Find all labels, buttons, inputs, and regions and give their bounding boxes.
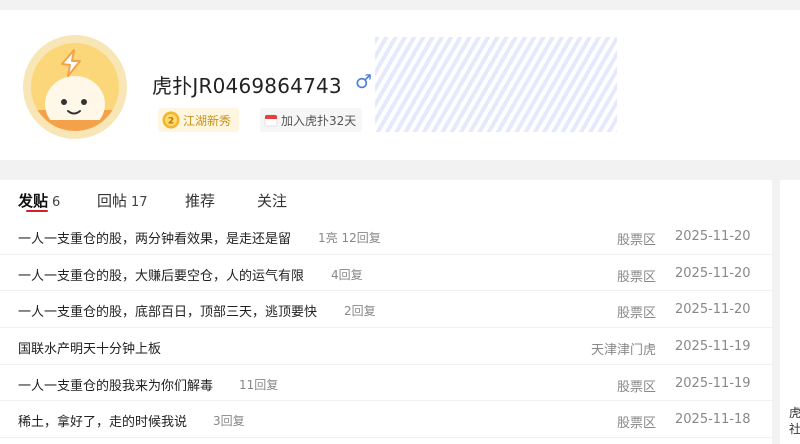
post-stats: 1亮 12回复 xyxy=(318,231,381,245)
profile-decoration-pattern xyxy=(375,37,617,132)
join-badge: 加入虎扑32天 xyxy=(260,108,363,132)
post-row: 一人一支重仓的股我来为你们解毒 11回复 股票区 2025-11-19 xyxy=(0,365,772,402)
post-date: 2025-11-19 xyxy=(675,375,751,391)
tab-replies-label: 回帖 xyxy=(97,192,128,210)
tab-following-label: 关注 xyxy=(257,192,288,210)
username: 虎扑JR0469864743 xyxy=(152,74,342,98)
post-row: 一人一支重仓的股，两分钟看效果，是走还是留 1亮 12回复 股票区 2025-1… xyxy=(0,218,772,255)
post-title[interactable]: 一人一支重仓的股，两分钟看效果，是走还是留 xyxy=(18,228,291,247)
post-board[interactable]: 股票区 xyxy=(617,302,656,321)
tab-posts[interactable]: 发贴 6 xyxy=(18,190,60,211)
post-title[interactable]: 国联水产明天十分钟上板 xyxy=(18,338,161,357)
post-date: 2025-11-18 xyxy=(675,412,751,428)
tab-posts-label: 发贴 xyxy=(18,192,49,210)
calendar-icon xyxy=(264,114,278,127)
gender-male-icon: ♂ xyxy=(355,71,373,93)
post-stats: 3回复 xyxy=(213,414,245,429)
post-date: 2025-11-20 xyxy=(675,302,751,318)
profile-header: 虎扑JR0469864743 ♂ 2 江湖新秀 加入虎扑32天 xyxy=(0,10,800,160)
post-board[interactable]: 天津津门虎 xyxy=(591,339,656,358)
post-stats: 2回复 xyxy=(344,304,376,319)
tab-replies[interactable]: 回帖 17 xyxy=(97,190,148,211)
tab-recommend-label: 推荐 xyxy=(185,192,216,210)
right-sidebar: 虎 社 xyxy=(780,180,800,444)
post-board[interactable]: 股票区 xyxy=(617,229,656,248)
tab-following[interactable]: 关注 xyxy=(257,190,287,211)
rank-badge[interactable]: 2 江湖新秀 xyxy=(158,108,240,132)
medal-icon: 2 xyxy=(162,111,180,129)
tab-replies-count: 17 xyxy=(131,195,148,210)
avatar[interactable] xyxy=(22,34,128,140)
post-date: 2025-11-20 xyxy=(675,265,751,281)
posts-panel: 发贴 6 回帖 17 推荐 关注 一人一支重仓的股，两分钟看效果，是走还是留 1亮 … xyxy=(0,180,772,444)
post-date: 2025-11-19 xyxy=(675,339,751,355)
post-title[interactable]: 一人一支重仓的股我来为你们解毒 xyxy=(18,375,213,394)
post-date: 2025-11-20 xyxy=(675,229,751,244)
post-row: 国联水产明天十分钟上板 天津津门虎 2025-11-19 xyxy=(0,328,772,365)
join-days-label: 加入虎扑32天 xyxy=(281,113,357,128)
tab-recommend[interactable]: 推荐 xyxy=(185,190,215,211)
sidebar-text: 社 xyxy=(789,422,800,436)
post-row: 一人一支重仓的股，底部百日，顶部三天，逃顶要快 2回复 股票区 2025-11-… xyxy=(0,291,772,329)
post-title[interactable]: 稀土，拿好了，走的时候我说 xyxy=(18,411,187,430)
post-title[interactable]: 一人一支重仓的股，底部百日，顶部三天，逃顶要快 xyxy=(18,301,317,320)
post-stats: 11回复 xyxy=(239,377,279,392)
post-title[interactable]: 一人一支重仓的股，大赚后要空仓，人的运气有限 xyxy=(18,265,304,284)
post-row: 一人一支重仓的股，大赚后要空仓，人的运气有限 4回复 股票区 2025-11-2… xyxy=(0,255,772,292)
post-list: 一人一支重仓的股，两分钟看效果，是走还是留 1亮 12回复 股票区 2025-1… xyxy=(0,218,772,439)
rank-number: 2 xyxy=(168,117,174,127)
post-stats: 4回复 xyxy=(331,267,363,282)
sidebar-text: 虎 xyxy=(789,406,800,420)
active-tab-indicator xyxy=(26,210,48,212)
post-board[interactable]: 股票区 xyxy=(617,376,656,395)
rank-label: 江湖新秀 xyxy=(183,113,232,128)
post-row: 稀土，拿好了，走的时候我说 3回复 股票区 2025-11-18 xyxy=(0,401,772,439)
tab-bar: 发贴 6 回帖 17 推荐 关注 xyxy=(0,180,772,220)
post-board[interactable]: 股票区 xyxy=(617,412,656,431)
post-board[interactable]: 股票区 xyxy=(617,266,656,285)
tab-posts-count: 6 xyxy=(52,195,61,210)
